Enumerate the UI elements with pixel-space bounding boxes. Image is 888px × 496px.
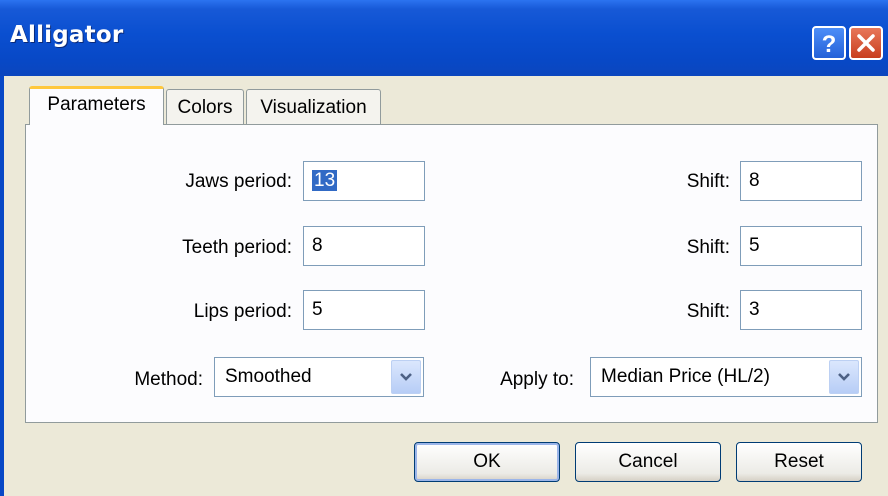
cancel-button-label: Cancel <box>618 451 678 472</box>
ok-button[interactable]: OK <box>414 442 560 482</box>
lips-period-input[interactable]: 5 <box>303 290 425 330</box>
method-label: Method: <box>134 369 203 390</box>
help-button[interactable]: ? <box>812 26 846 60</box>
apply-to-label: Apply to: <box>500 369 574 390</box>
lips-period-label: Lips period: <box>193 301 292 322</box>
lips-shift-label: Shift: <box>686 301 730 322</box>
tab-parameters[interactable]: Parameters <box>29 86 164 125</box>
title-bar[interactable]: Alligator ? <box>0 0 888 76</box>
method-value: Smoothed <box>225 366 312 387</box>
teeth-shift-label: Shift: <box>686 237 730 258</box>
lips-shift-input[interactable]: 3 <box>740 290 862 330</box>
jaws-period-input[interactable]: 13 <box>303 161 425 201</box>
teeth-period-value: 8 <box>312 235 323 256</box>
apply-to-dropdown-button[interactable] <box>829 360 859 394</box>
jaws-period-value: 13 <box>312 170 338 191</box>
chevron-down-icon <box>838 373 850 381</box>
tab-parameters-label: Parameters <box>47 94 146 115</box>
method-dropdown-button[interactable] <box>391 360 421 394</box>
tab-visualization[interactable]: Visualization <box>246 89 381 125</box>
jaws-shift-input[interactable]: 8 <box>740 161 862 201</box>
chevron-down-icon <box>400 373 412 381</box>
lips-period-value: 5 <box>312 299 323 320</box>
close-button[interactable] <box>849 26 883 60</box>
teeth-period-label: Teeth period: <box>182 237 292 258</box>
teeth-shift-value: 5 <box>749 235 760 256</box>
tab-visualization-label: Visualization <box>260 97 367 118</box>
jaws-shift-label: Shift: <box>686 171 730 192</box>
jaws-shift-value: 8 <box>749 170 760 191</box>
cancel-button[interactable]: Cancel <box>575 442 721 482</box>
apply-to-select[interactable]: Median Price (HL/2) <box>590 357 862 397</box>
window-frame-left <box>0 76 4 496</box>
apply-to-value: Median Price (HL/2) <box>601 366 770 387</box>
ok-button-label: OK <box>473 451 501 472</box>
tab-colors[interactable]: Colors <box>166 89 244 125</box>
reset-button-label: Reset <box>774 451 824 472</box>
lips-shift-value: 3 <box>749 299 760 320</box>
help-icon: ? <box>822 31 837 56</box>
teeth-period-input[interactable]: 8 <box>303 226 425 266</box>
window-title: Alligator <box>10 22 124 48</box>
close-icon <box>857 34 875 52</box>
method-select[interactable]: Smoothed <box>214 357 424 397</box>
teeth-shift-input[interactable]: 5 <box>740 226 862 266</box>
tab-colors-label: Colors <box>177 97 233 118</box>
reset-button[interactable]: Reset <box>736 442 862 482</box>
svg-text:?: ? <box>822 31 837 56</box>
jaws-period-label: Jaws period: <box>185 171 292 192</box>
